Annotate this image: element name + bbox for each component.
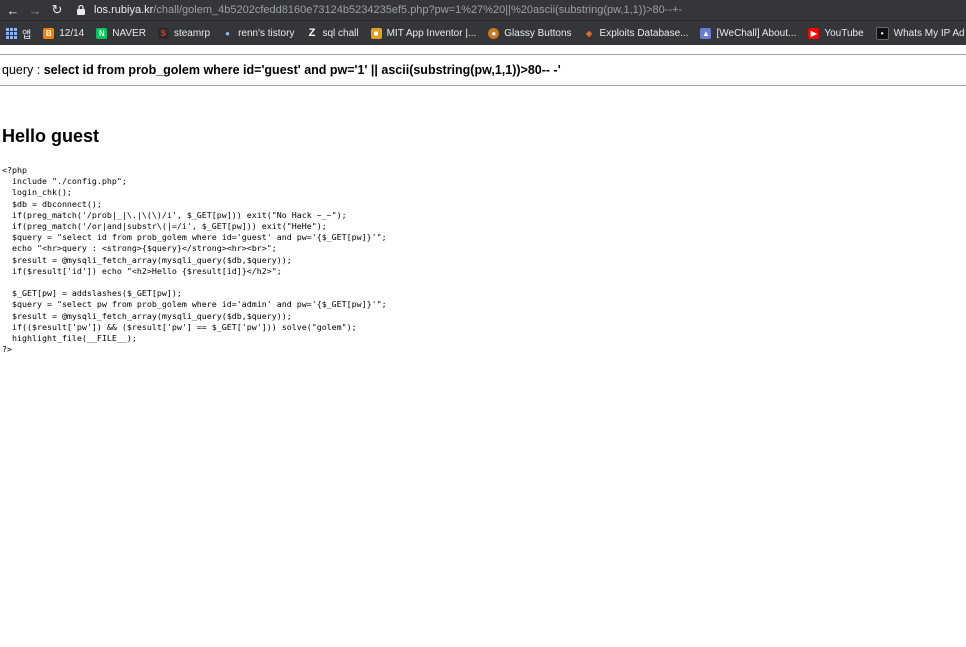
bookmark-exploits-database[interactable]: ◆ Exploits Database...	[584, 28, 689, 39]
url-path: /chall/golem_4b5202cfedd8160e73124b52342…	[153, 4, 683, 16]
exploit-db-icon: ◆	[585, 28, 593, 38]
code-line: include "./config.php";	[2, 176, 127, 187]
bookmark-label: renn's tistory	[238, 27, 295, 39]
code-line: <?php	[2, 165, 27, 175]
youtube-icon: ▶	[808, 27, 820, 39]
bookmark-apps[interactable]: 앱	[6, 26, 31, 41]
bookmark-mit-app-inventor[interactable]: ■ MIT App Inventor |...	[370, 27, 477, 39]
glassy-icon: ●	[488, 27, 500, 39]
steam-icon: S	[157, 27, 169, 39]
bookmark-label: Exploits Database...	[599, 27, 689, 39]
hello-heading: Hello guest	[2, 126, 100, 146]
code-line: if($result['id']) echo "<h2>Hello {$resu…	[2, 265, 282, 276]
code-line: $_GET[pw] = addslashes($_GET[pw]);	[2, 288, 182, 299]
blogger-icon: B	[43, 27, 55, 39]
code-line: if(($result['pw']) && ($result['pw'] == …	[2, 321, 357, 332]
lock-icon	[76, 4, 88, 16]
code-line: ?>	[2, 344, 12, 355]
code-line: login_chk();	[2, 187, 72, 198]
bookmark-label: YouTube	[824, 27, 864, 39]
wechall-icon: ▲	[700, 27, 712, 39]
bookmark-label: steamrp	[173, 27, 211, 39]
code-line: if(preg_match('/or|and|substr\(|=/i', $_…	[2, 221, 327, 232]
bookmark-label: Whats My IP Ad	[893, 27, 965, 39]
bookmark-label: 앱	[22, 29, 32, 41]
code-line: $result = @mysqli_fetch_array(mysqli_que…	[2, 254, 292, 265]
code-line: $query = "select id from prob_golem wher…	[2, 232, 387, 243]
query-text: select id from prob_golem where id='gues…	[43, 63, 561, 77]
query-line: query : select id from prob_golem where …	[0, 55, 966, 85]
forward-arrow-icon[interactable]: →	[26, 1, 44, 19]
source-code: <?php include "./config.php"; login_chk(…	[2, 165, 966, 355]
apps-grid-icon	[6, 27, 17, 39]
app-inventor-icon: ■	[370, 27, 382, 39]
url-host: los.rubiya.kr	[94, 4, 154, 16]
tistory-icon: ●	[225, 28, 230, 38]
reload-icon[interactable]: ↻	[48, 1, 66, 19]
query-label: query :	[2, 63, 44, 77]
url-field[interactable]: los.rubiya.kr/chall/golem_4b5202cfedd816…	[76, 4, 682, 16]
whatsmyip-icon: •	[875, 26, 889, 40]
bookmark-12-14[interactable]: B 12/14	[43, 27, 85, 39]
code-line: echo "<hr>query : <strong>{$query}</stro…	[2, 243, 277, 254]
code-line: if(preg_match('/prob|_|\.|\(\)/i', $_GET…	[2, 209, 347, 220]
code-line: $result = @mysqli_fetch_array(mysqli_que…	[2, 310, 292, 321]
bookmark-label: 12/14	[59, 27, 85, 39]
code-line: $db = dbconnect();	[2, 198, 102, 209]
code-line: highlight_file(__FILE__);	[2, 333, 137, 344]
bookmark-renns-tistory[interactable]: ● renn's tistory	[222, 28, 294, 39]
bookmark-glassy-buttons[interactable]: ● Glassy Buttons	[488, 27, 572, 39]
bookmark-naver[interactable]: N NAVER	[96, 27, 146, 39]
bookmark-steamrp[interactable]: S steamrp	[157, 27, 211, 39]
code-line: $query = "select pw from prob_golem wher…	[2, 299, 387, 310]
bookmark-label: Glassy Buttons	[504, 27, 572, 39]
bookmark-whats-my-ip[interactable]: • Whats My IP Ad	[875, 26, 965, 40]
naver-icon: N	[96, 27, 108, 39]
bookmark-label: NAVER	[112, 27, 146, 39]
z-icon: Z	[308, 27, 316, 39]
page-content: query : select id from prob_golem where …	[0, 44, 966, 355]
bookmark-wechall[interactable]: ▲ [WeChall] About...	[700, 27, 797, 39]
bookmark-label: MIT App Inventor |...	[386, 27, 477, 39]
back-arrow-icon[interactable]: ←	[4, 1, 22, 19]
bookmark-label: [WeChall] About...	[716, 27, 797, 39]
address-bar: ← → ↻ los.rubiya.kr/chall/golem_4b5202cf…	[0, 0, 966, 20]
bookmarks-bar: 앱 B 12/14 N NAVER S steamrp ● renn's tis…	[0, 20, 966, 45]
bookmark-sql-chall[interactable]: Z sql chall	[306, 27, 359, 39]
bookmark-label: sql chall	[322, 27, 359, 39]
bookmark-youtube[interactable]: ▶ YouTube	[808, 27, 864, 39]
divider	[0, 85, 966, 86]
